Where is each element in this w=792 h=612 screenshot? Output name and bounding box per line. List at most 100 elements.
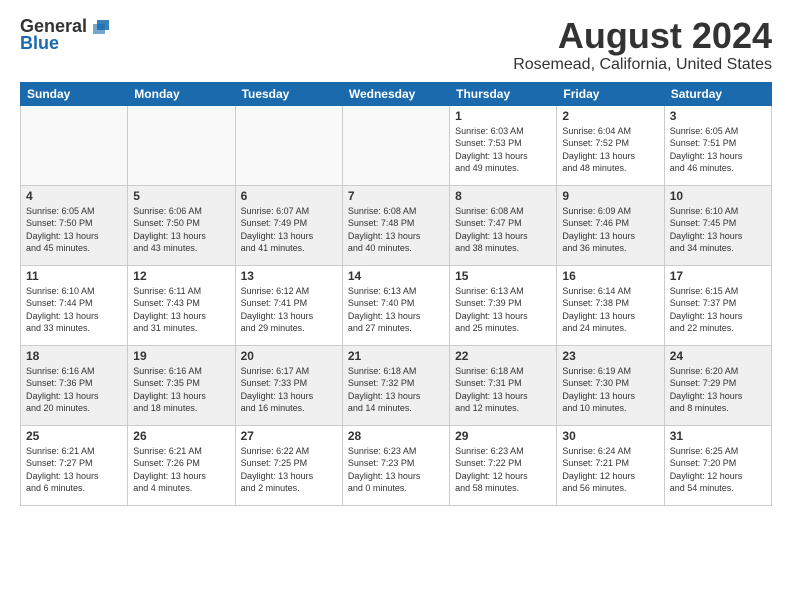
day-info: Sunrise: 6:16 AM Sunset: 7:35 PM Dayligh… xyxy=(133,365,229,415)
day-info: Sunrise: 6:04 AM Sunset: 7:52 PM Dayligh… xyxy=(562,125,658,175)
calendar-cell xyxy=(342,105,449,185)
day-info: Sunrise: 6:14 AM Sunset: 7:38 PM Dayligh… xyxy=(562,285,658,335)
day-info: Sunrise: 6:03 AM Sunset: 7:53 PM Dayligh… xyxy=(455,125,551,175)
day-number: 4 xyxy=(26,189,122,203)
page-subtitle: Rosemead, California, United States xyxy=(513,56,772,74)
title-block: August 2024 Rosemead, California, United… xyxy=(513,16,772,74)
day-number: 17 xyxy=(670,269,766,283)
calendar-cell: 16 Sunrise: 6:14 AM Sunset: 7:38 PM Dayli… xyxy=(557,265,664,345)
day-number: 1 xyxy=(455,109,551,123)
day-header-thursday: Thursday xyxy=(450,82,557,105)
calendar-cell xyxy=(235,105,342,185)
day-number: 25 xyxy=(26,429,122,443)
day-info: Sunrise: 6:21 AM Sunset: 7:26 PM Dayligh… xyxy=(133,445,229,495)
day-number: 2 xyxy=(562,109,658,123)
day-number: 29 xyxy=(455,429,551,443)
calendar-cell: 30Sunrise: 6:24 AM Sunset: 7:21 PM Dayli… xyxy=(557,425,664,505)
day-info: Sunrise: 6:21 AM Sunset: 7:27 PM Dayligh… xyxy=(26,445,122,495)
day-info: Sunrise: 6:18 AM Sunset: 7:32 PM Dayligh… xyxy=(348,365,444,415)
calendar-cell: 14 Sunrise: 6:13 AM Sunset: 7:40 PM Dayli… xyxy=(342,265,449,345)
calendar-cell xyxy=(21,105,128,185)
day-number: 12 xyxy=(133,269,229,283)
day-number: 14 xyxy=(348,269,444,283)
calendar-cell: 11 Sunrise: 6:10 AM Sunset: 7:44 PM Dayli… xyxy=(21,265,128,345)
day-number: 19 xyxy=(133,349,229,363)
calendar-cell: 17 Sunrise: 6:15 AM Sunset: 7:37 PM Dayli… xyxy=(664,265,771,345)
day-number: 21 xyxy=(348,349,444,363)
calendar-cell: 18Sunrise: 6:16 AM Sunset: 7:36 PM Dayli… xyxy=(21,345,128,425)
day-number: 16 xyxy=(562,269,658,283)
day-info: Sunrise: 6:19 AM Sunset: 7:30 PM Dayligh… xyxy=(562,365,658,415)
day-info: Sunrise: 6:06 AM Sunset: 7:50 PM Dayligh… xyxy=(133,205,229,255)
logo-icon xyxy=(89,18,111,36)
day-info: Sunrise: 6:24 AM Sunset: 7:21 PM Dayligh… xyxy=(562,445,658,495)
calendar-cell: 8Sunrise: 6:08 AM Sunset: 7:47 PM Daylig… xyxy=(450,185,557,265)
day-info: Sunrise: 6:10 AM Sunset: 7:44 PM Dayligh… xyxy=(26,285,122,335)
day-info: Sunrise: 6:23 AM Sunset: 7:23 PM Dayligh… xyxy=(348,445,444,495)
calendar-cell: 27 Sunrise: 6:22 AM Sunset: 7:25 PM Dayli… xyxy=(235,425,342,505)
logo: General Blue xyxy=(20,16,111,54)
day-info: Sunrise: 6:22 AM Sunset: 7:25 PM Dayligh… xyxy=(241,445,337,495)
day-info: Sunrise: 6:25 AM Sunset: 7:20 PM Dayligh… xyxy=(670,445,766,495)
day-info: Sunrise: 6:20 AM Sunset: 7:29 PM Dayligh… xyxy=(670,365,766,415)
calendar-cell: 12 Sunrise: 6:11 AM Sunset: 7:43 PM Dayli… xyxy=(128,265,235,345)
day-info: Sunrise: 6:05 AM Sunset: 7:50 PM Dayligh… xyxy=(26,205,122,255)
day-header-wednesday: Wednesday xyxy=(342,82,449,105)
logo-blue: Blue xyxy=(20,33,59,54)
calendar-table: SundayMondayTuesdayWednesdayThursdayFrid… xyxy=(20,82,772,506)
calendar-cell: 29Sunrise: 6:23 AM Sunset: 7:22 PM Dayli… xyxy=(450,425,557,505)
calendar-cell: 21 Sunrise: 6:18 AM Sunset: 7:32 PM Dayli… xyxy=(342,345,449,425)
calendar-week-row: 25 Sunrise: 6:21 AM Sunset: 7:27 PM Dayli… xyxy=(21,425,772,505)
calendar-cell: 13Sunrise: 6:12 AM Sunset: 7:41 PM Dayli… xyxy=(235,265,342,345)
header-row: SundayMondayTuesdayWednesdayThursdayFrid… xyxy=(21,82,772,105)
day-number: 11 xyxy=(26,269,122,283)
calendar-cell: 9Sunrise: 6:09 AM Sunset: 7:46 PM Daylig… xyxy=(557,185,664,265)
calendar-cell: 26 Sunrise: 6:21 AM Sunset: 7:26 PM Dayli… xyxy=(128,425,235,505)
day-number: 24 xyxy=(670,349,766,363)
day-info: Sunrise: 6:17 AM Sunset: 7:33 PM Dayligh… xyxy=(241,365,337,415)
day-info: Sunrise: 6:13 AM Sunset: 7:40 PM Dayligh… xyxy=(348,285,444,335)
calendar-week-row: 11 Sunrise: 6:10 AM Sunset: 7:44 PM Dayli… xyxy=(21,265,772,345)
day-header-sunday: Sunday xyxy=(21,82,128,105)
day-number: 5 xyxy=(133,189,229,203)
day-info: Sunrise: 6:05 AM Sunset: 7:51 PM Dayligh… xyxy=(670,125,766,175)
day-info: Sunrise: 6:10 AM Sunset: 7:45 PM Dayligh… xyxy=(670,205,766,255)
day-info: Sunrise: 6:07 AM Sunset: 7:49 PM Dayligh… xyxy=(241,205,337,255)
calendar-cell: 22 Sunrise: 6:18 AM Sunset: 7:31 PM Dayli… xyxy=(450,345,557,425)
day-info: Sunrise: 6:09 AM Sunset: 7:46 PM Dayligh… xyxy=(562,205,658,255)
day-header-friday: Friday xyxy=(557,82,664,105)
day-info: Sunrise: 6:16 AM Sunset: 7:36 PM Dayligh… xyxy=(26,365,122,415)
page-title: August 2024 xyxy=(513,16,772,56)
calendar-week-row: 1 Sunrise: 6:03 AM Sunset: 7:53 PM Daylig… xyxy=(21,105,772,185)
day-header-tuesday: Tuesday xyxy=(235,82,342,105)
day-info: Sunrise: 6:11 AM Sunset: 7:43 PM Dayligh… xyxy=(133,285,229,335)
day-number: 7 xyxy=(348,189,444,203)
day-number: 31 xyxy=(670,429,766,443)
day-number: 27 xyxy=(241,429,337,443)
calendar-page: General Blue August 2024 Rosemead, Calif… xyxy=(0,0,792,612)
calendar-cell: 28 Sunrise: 6:23 AM Sunset: 7:23 PM Dayli… xyxy=(342,425,449,505)
calendar-cell: 2 Sunrise: 6:04 AM Sunset: 7:52 PM Daylig… xyxy=(557,105,664,185)
day-number: 3 xyxy=(670,109,766,123)
calendar-week-row: 18Sunrise: 6:16 AM Sunset: 7:36 PM Dayli… xyxy=(21,345,772,425)
page-header: General Blue August 2024 Rosemead, Calif… xyxy=(20,16,772,74)
day-number: 26 xyxy=(133,429,229,443)
day-number: 6 xyxy=(241,189,337,203)
day-number: 15 xyxy=(455,269,551,283)
day-number: 22 xyxy=(455,349,551,363)
day-info: Sunrise: 6:15 AM Sunset: 7:37 PM Dayligh… xyxy=(670,285,766,335)
day-number: 23 xyxy=(562,349,658,363)
day-info: Sunrise: 6:12 AM Sunset: 7:41 PM Dayligh… xyxy=(241,285,337,335)
calendar-cell: 31 Sunrise: 6:25 AM Sunset: 7:20 PM Dayli… xyxy=(664,425,771,505)
day-info: Sunrise: 6:08 AM Sunset: 7:48 PM Dayligh… xyxy=(348,205,444,255)
calendar-cell: 6 Sunrise: 6:07 AM Sunset: 7:49 PM Daylig… xyxy=(235,185,342,265)
day-header-monday: Monday xyxy=(128,82,235,105)
calendar-week-row: 4 Sunrise: 6:05 AM Sunset: 7:50 PM Daylig… xyxy=(21,185,772,265)
day-number: 8 xyxy=(455,189,551,203)
day-number: 28 xyxy=(348,429,444,443)
calendar-cell: 3 Sunrise: 6:05 AM Sunset: 7:51 PM Daylig… xyxy=(664,105,771,185)
day-info: Sunrise: 6:18 AM Sunset: 7:31 PM Dayligh… xyxy=(455,365,551,415)
day-info: Sunrise: 6:13 AM Sunset: 7:39 PM Dayligh… xyxy=(455,285,551,335)
calendar-cell: 20 Sunrise: 6:17 AM Sunset: 7:33 PM Dayli… xyxy=(235,345,342,425)
day-number: 20 xyxy=(241,349,337,363)
